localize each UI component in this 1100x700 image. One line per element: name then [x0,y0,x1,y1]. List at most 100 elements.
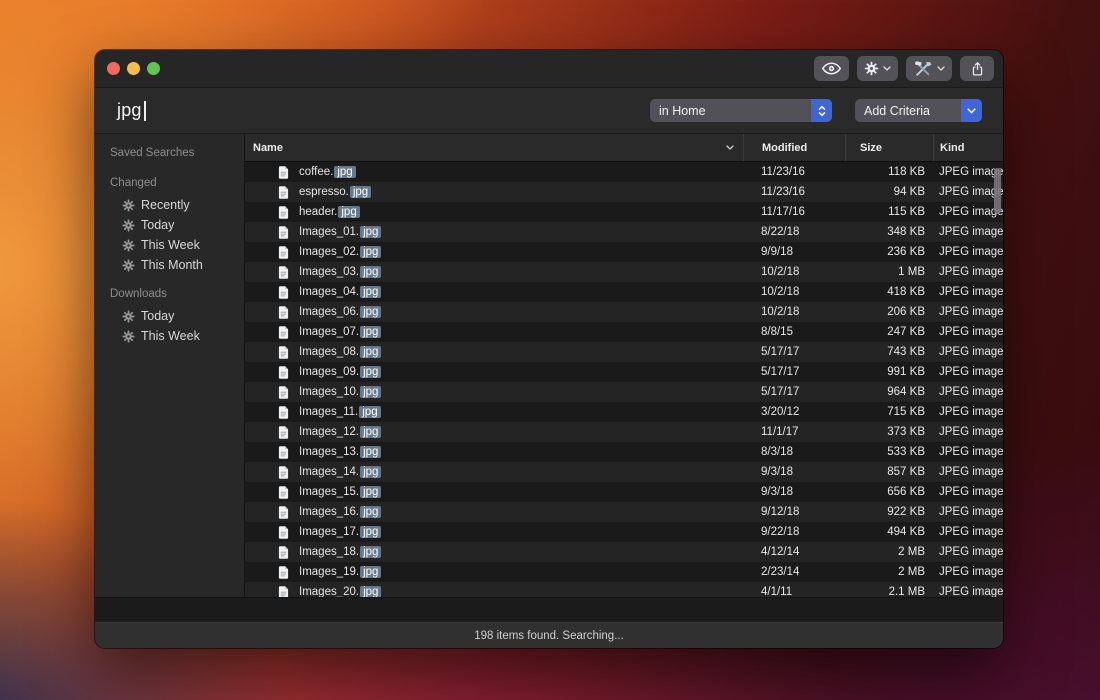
file-modified: 2/23/14 [743,566,845,578]
table-row[interactable]: Images_08.jpg5/17/17743 KBJPEG image [245,342,1003,362]
search-match-highlight: jpg [360,266,381,278]
file-name-cell: Images_16.jpg [245,506,743,519]
table-row[interactable]: Images_01.jpg8/22/18348 KBJPEG image [245,222,1003,242]
status-bar: 198 items found. Searching... [95,622,1003,648]
table-row[interactable]: Images_14.jpg9/3/18857 KBJPEG image [245,462,1003,482]
table-row[interactable]: espresso.jpg11/23/1694 KBJPEG image [245,182,1003,202]
file-size: 418 KB [845,286,933,298]
sidebar-item-label: This Week [141,329,200,343]
add-criteria-dropdown[interactable]: Add Criteria [855,99,982,122]
file-name-cell: Images_07.jpg [245,326,743,339]
document-icon [278,426,289,439]
smart-search-gear-icon [122,310,135,323]
sidebar-item-downloads-today[interactable]: Today [110,306,244,326]
file-size: 656 KB [845,486,933,498]
table-row[interactable]: Images_13.jpg8/3/18533 KBJPEG image [245,442,1003,462]
search-match-highlight: jpg [360,506,381,518]
sidebar-section-label: Downloads [110,288,244,300]
toolbar [814,56,994,81]
file-kind: JPEG image [933,226,1003,238]
file-name: Images_02.jpg [299,246,381,258]
search-match-highlight: jpg [359,406,380,418]
chevron-down-icon [883,66,891,71]
search-match-highlight: jpg [360,426,381,438]
column-header-kind[interactable]: Kind [933,134,1003,161]
document-icon [278,466,289,479]
search-match-highlight: jpg [360,366,381,378]
table-row[interactable]: Images_06.jpg10/2/18206 KBJPEG image [245,302,1003,322]
document-icon [278,306,289,319]
sidebar-item-changed-this-week[interactable]: This Week [110,235,244,255]
scope-dropdown[interactable]: in Home [650,99,832,122]
table-row[interactable]: Images_03.jpg10/2/181 MBJPEG image [245,262,1003,282]
file-kind: JPEG image [933,366,1003,378]
document-icon [278,326,289,339]
search-match-highlight: jpg [338,206,359,218]
file-kind: JPEG image [933,466,1003,478]
chevron-down-icon [937,66,945,71]
close-button[interactable] [107,62,120,75]
table-row[interactable]: Images_12.jpg11/1/17373 KBJPEG image [245,422,1003,442]
share-button[interactable] [960,56,994,81]
table-row[interactable]: Images_16.jpg9/12/18922 KBJPEG image [245,502,1003,522]
table-row[interactable]: Images_09.jpg5/17/17991 KBJPEG image [245,362,1003,382]
file-kind: JPEG image [933,206,1003,218]
vertical-scrollbar-thumb[interactable] [994,168,1001,214]
table-row[interactable]: Images_15.jpg9/3/18656 KBJPEG image [245,482,1003,502]
file-name-cell: header.jpg [245,206,743,219]
file-name-cell: Images_02.jpg [245,246,743,259]
text-caret [144,101,146,121]
file-size: 2 MB [845,546,933,558]
action-menu-button[interactable] [857,56,898,81]
file-name-cell: Images_13.jpg [245,446,743,459]
file-name-cell: Images_17.jpg [245,526,743,539]
file-size: 94 KB [845,186,933,198]
file-name: Images_18.jpg [299,546,381,558]
search-match-highlight: jpg [360,526,381,538]
table-row[interactable]: Images_10.jpg5/17/17964 KBJPEG image [245,382,1003,402]
table-row[interactable]: Images_18.jpg4/12/142 MBJPEG image [245,542,1003,562]
file-modified: 9/12/18 [743,506,845,518]
zoom-button[interactable] [147,62,160,75]
sidebar-title: Saved Searches [110,147,244,159]
search-match-highlight: jpg [334,166,355,178]
table-row[interactable]: Images_04.jpg10/2/18418 KBJPEG image [245,282,1003,302]
file-kind: JPEG image [933,246,1003,258]
tools-menu-button[interactable] [906,56,952,81]
table-row[interactable]: header.jpg11/17/16115 KBJPEG image [245,202,1003,222]
table-row[interactable]: Images_11.jpg3/20/12715 KBJPEG image [245,402,1003,422]
column-header-modified[interactable]: Modified [743,134,845,161]
file-modified: 3/20/12 [743,406,845,418]
table-row[interactable]: Images_02.jpg9/9/18236 KBJPEG image [245,242,1003,262]
file-name: Images_07.jpg [299,326,381,338]
results-pane: Name Modified Size Kind coffee.jpg11/23/… [245,134,1003,597]
column-header-label: Size [860,142,882,154]
quick-look-button[interactable] [814,56,849,81]
column-header-size[interactable]: Size [845,134,933,161]
file-kind: JPEG image [933,386,1003,398]
sidebar-item-changed-this-month[interactable]: This Month [110,255,244,275]
file-size: 2.1 MB [845,586,933,597]
sidebar-item-downloads-this-week[interactable]: This Week [110,326,244,346]
document-icon [278,486,289,499]
minimize-button[interactable] [127,62,140,75]
table-row[interactable]: coffee.jpg11/23/16118 KBJPEG image [245,162,1003,182]
file-name-cell: Images_04.jpg [245,286,743,299]
search-match-highlight: jpg [360,286,381,298]
table-row[interactable]: Images_19.jpg2/23/142 MBJPEG image [245,562,1003,582]
sidebar-item-changed-today[interactable]: Today [110,215,244,235]
sidebar-item-changed-recently[interactable]: Recently [110,195,244,215]
table-row[interactable]: Images_20.jpg4/1/112.1 MBJPEG image [245,582,1003,597]
file-size: 373 KB [845,426,933,438]
table-row[interactable]: Images_17.jpg9/22/18494 KBJPEG image [245,522,1003,542]
document-icon [278,586,289,598]
file-name: espresso.jpg [299,186,371,198]
criteria-controls: in Home Add Criteria [650,99,982,122]
sidebar-section-label: Changed [110,177,244,189]
table-row[interactable]: Images_07.jpg8/8/15247 KBJPEG image [245,322,1003,342]
file-modified: 4/12/14 [743,546,845,558]
sidebar-item-label: This Month [141,258,203,272]
file-name: Images_12.jpg [299,426,381,438]
column-header-name[interactable]: Name [245,134,743,161]
search-input[interactable]: jpg [117,100,146,121]
